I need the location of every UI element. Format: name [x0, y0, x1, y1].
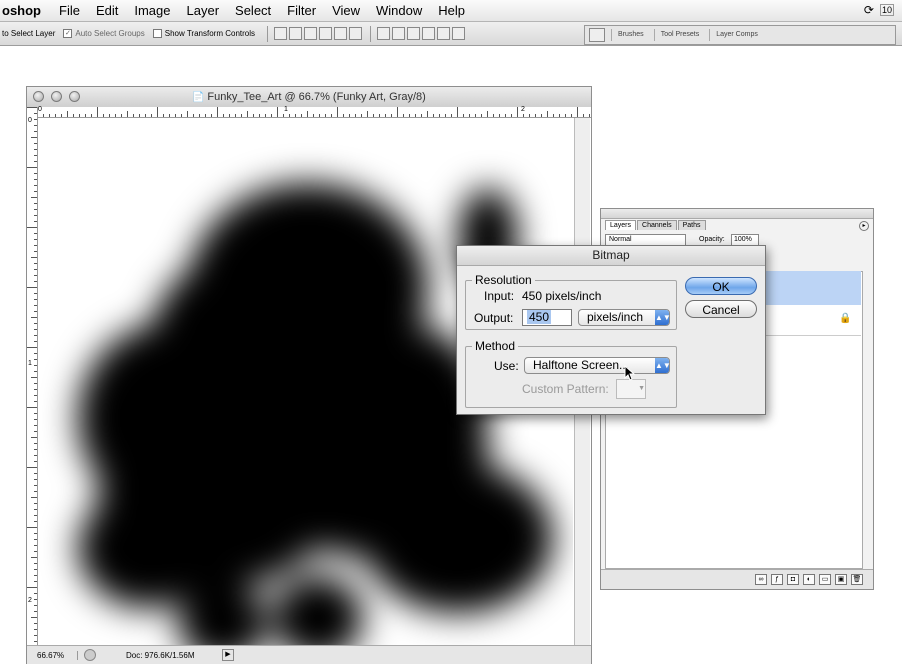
checkbox-icon — [152, 29, 162, 38]
palette-tab-tool-presets[interactable]: Tool Presets — [653, 29, 706, 41]
status-menu-arrow-icon[interactable]: ▶ — [222, 649, 234, 661]
align-bottom-icon[interactable] — [304, 27, 318, 40]
layers-palette-tabs: Layers Channels Paths — [605, 220, 707, 230]
popup-arrows-icon: ▲▼ — [655, 358, 671, 373]
menu-layer[interactable]: Layer — [187, 3, 220, 18]
layers-palette-title-bar[interactable] — [601, 209, 873, 219]
output-label: Output: — [474, 311, 514, 325]
options-bar: to Select Layer ✓ Auto Select Groups Show… — [0, 22, 902, 46]
doc-size: Doc: 976.6K/1.56M — [126, 650, 195, 660]
mouse-cursor-icon — [624, 365, 636, 381]
distribute-left-icon[interactable] — [422, 27, 436, 40]
tab-layers[interactable]: Layers — [605, 220, 637, 230]
resolution-group: Resolution Input: 450 pixels/inch Output… — [465, 273, 677, 330]
auto-select-layer-option[interactable]: to Select Layer — [2, 29, 55, 38]
divider — [370, 25, 372, 42]
palette-tab-layer-comps[interactable]: Layer Comps — [709, 29, 764, 41]
trash-icon[interactable]: 🗑 — [851, 574, 863, 585]
sync-icon[interactable]: ⟳ — [864, 3, 874, 17]
method-group: Method Use: Halftone Screen... ▲▼ Custom… — [465, 339, 677, 408]
menu-file[interactable]: File — [59, 3, 80, 18]
document-icon: 📄 — [192, 92, 208, 103]
adjustment-layer-icon[interactable]: ◐ — [803, 574, 815, 585]
zoom-button[interactable] — [69, 91, 80, 102]
palette-tab-brushes[interactable]: Brushes — [611, 29, 650, 41]
menu-select[interactable]: Select — [235, 3, 271, 18]
distribute-top-icon[interactable] — [377, 27, 391, 40]
tab-paths[interactable]: Paths — [677, 220, 706, 230]
align-left-icon[interactable] — [319, 27, 333, 40]
dialog-title[interactable]: Bitmap — [457, 246, 765, 266]
minimize-button[interactable] — [51, 91, 62, 102]
align-vcenter-icon[interactable] — [289, 27, 303, 40]
menu-filter[interactable]: Filter — [287, 3, 316, 18]
distribute-right-icon[interactable] — [452, 27, 466, 40]
horizontal-ruler[interactable]: 0 1 2 — [37, 106, 591, 118]
custom-pattern-label: Custom Pattern: — [522, 382, 609, 396]
divider — [267, 25, 269, 42]
new-layer-icon[interactable]: ▣ — [835, 574, 847, 585]
tab-channels[interactable]: Channels — [637, 220, 677, 230]
auto-select-groups-checkbox[interactable]: ✓ Auto Select Groups — [63, 29, 145, 38]
document-title-bar[interactable]: 📄 Funky_Tee_Art @ 66.7% (Funky Art, Gray… — [27, 87, 591, 108]
ruler-label: 2 — [28, 597, 32, 604]
menu-help[interactable]: Help — [438, 3, 465, 18]
bitmap-dialog: Bitmap Resolution Input: 450 pixels/inch… — [456, 245, 766, 415]
vertical-ruler[interactable]: 0 1 2 — [27, 107, 38, 645]
palette-well: Brushes Tool Presets Layer Comps — [584, 25, 896, 45]
layers-palette-footer: ∞ ƒ ◘ ◐ ▭ ▣ 🗑 — [601, 569, 873, 589]
custom-pattern-picker: ▼ — [616, 379, 646, 399]
ruler-label: 2 — [521, 106, 525, 113]
menu-image[interactable]: Image — [134, 3, 170, 18]
menu-view[interactable]: View — [332, 3, 360, 18]
checkbox-icon: ✓ — [63, 29, 73, 38]
method-legend: Method — [472, 339, 519, 353]
new-group-icon[interactable]: ▭ — [819, 574, 831, 585]
close-button[interactable] — [33, 91, 44, 102]
status-bar: 66.67% Doc: 976.6K/1.56M ▶ — [27, 645, 591, 664]
output-unit-select[interactable]: pixels/inch ▲▼ — [578, 309, 671, 326]
app-menu[interactable]: oshop — [2, 3, 41, 18]
menu-bar: oshop File Edit Image Layer Select Filte… — [0, 0, 902, 22]
ruler-label: 0 — [28, 117, 32, 124]
output-field[interactable]: 450 — [522, 309, 572, 326]
menu-clock[interactable]: 10 — [879, 4, 894, 16]
menu-window[interactable]: Window — [376, 3, 422, 18]
menu-edit[interactable]: Edit — [96, 3, 118, 18]
distribute-vcenter-icon[interactable] — [392, 27, 406, 40]
show-transform-controls-checkbox[interactable]: Show Transform Controls — [152, 29, 255, 38]
link-icon[interactable]: ∞ — [755, 574, 767, 585]
align-hcenter-icon[interactable] — [334, 27, 348, 40]
zoom-level[interactable]: 66.67% — [27, 650, 78, 660]
lock-icon: 🔒 — [839, 313, 852, 324]
input-label: Input: — [484, 289, 515, 303]
distribute-hcenter-icon[interactable] — [437, 27, 451, 40]
ok-button[interactable]: OK — [685, 277, 757, 295]
file-browser-icon[interactable] — [589, 28, 605, 42]
popup-arrows-icon: ▲▼ — [655, 310, 671, 325]
ruler-label: 1 — [284, 106, 288, 113]
palette-menu-icon[interactable]: ▸ — [859, 221, 869, 231]
align-right-icon[interactable] — [349, 27, 363, 40]
use-label: Use: — [494, 359, 519, 373]
ruler-label: 1 — [28, 360, 32, 367]
layer-style-icon[interactable]: ƒ — [771, 574, 783, 585]
ruler-label: 0 — [38, 106, 42, 113]
cancel-button[interactable]: Cancel — [685, 300, 757, 318]
document-title: Funky_Tee_Art @ 66.7% (Funky Art, Gray/8… — [207, 91, 426, 103]
layer-mask-icon[interactable]: ◘ — [787, 574, 799, 585]
resolution-legend: Resolution — [472, 273, 535, 287]
align-top-icon[interactable] — [274, 27, 288, 40]
distribute-bottom-icon[interactable] — [407, 27, 421, 40]
method-select[interactable]: Halftone Screen... ▲▼ — [524, 357, 671, 374]
input-value: 450 pixels/inch — [522, 289, 602, 303]
status-info-icon[interactable] — [84, 649, 96, 661]
